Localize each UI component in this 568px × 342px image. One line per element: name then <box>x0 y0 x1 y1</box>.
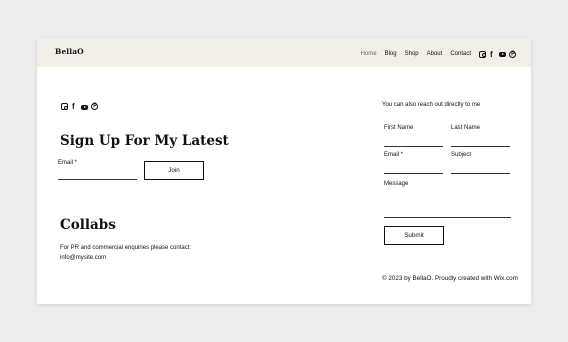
facebook-icon[interactable] <box>71 102 78 111</box>
collabs-title: Collabs <box>60 217 116 233</box>
instagram-icon[interactable] <box>61 103 68 110</box>
site-logo[interactable]: BellaO <box>55 47 84 56</box>
collabs-email[interactable]: info@mysite.com <box>60 253 106 263</box>
message-label: Message <box>384 181 409 187</box>
last-name-input[interactable] <box>451 146 510 147</box>
nav-shop[interactable]: Shop <box>405 51 419 57</box>
site-header: BellaO Home Blog Shop About Contact <box>37 38 531 67</box>
subject-label: Subject <box>451 152 472 158</box>
contact-email-label: Email * <box>384 152 404 158</box>
signup-title: Sign Up For My Latest <box>60 133 229 149</box>
footer-copyright: © 2023 by BellaO. Proudly created with W… <box>382 275 518 282</box>
first-name-input[interactable] <box>384 146 443 147</box>
pinterest-icon[interactable] <box>509 50 516 58</box>
contact-email-input[interactable] <box>384 173 443 174</box>
nav-contact[interactable]: Contact <box>450 51 471 57</box>
pinterest-icon[interactable] <box>91 102 98 110</box>
last-name-label: Last Name <box>451 125 481 131</box>
nav-home[interactable]: Home <box>361 51 377 57</box>
first-name-label: First Name <box>384 125 414 131</box>
contact-intro: You can also reach out directly to me <box>382 102 481 108</box>
collabs-text: For PR and commercial enquiries please c… <box>60 245 192 251</box>
join-button[interactable]: Join <box>144 161 204 180</box>
message-input[interactable] <box>384 217 511 218</box>
content-social-bar <box>61 102 101 111</box>
signup-email-label: Email * <box>58 160 78 166</box>
nav-about[interactable]: About <box>427 51 443 57</box>
facebook-icon[interactable] <box>489 50 496 59</box>
site-page: BellaO Home Blog Shop About Contact Sign… <box>37 38 531 304</box>
youtube-icon[interactable] <box>499 52 506 57</box>
header-social-bar <box>479 50 519 59</box>
subject-input[interactable] <box>451 173 510 174</box>
submit-button[interactable]: Submit <box>384 226 444 245</box>
signup-email-input[interactable] <box>58 179 137 180</box>
instagram-icon[interactable] <box>479 50 486 58</box>
main-nav: Home Blog Shop About Contact <box>361 49 531 59</box>
nav-blog[interactable]: Blog <box>385 51 397 57</box>
youtube-icon[interactable] <box>81 104 88 110</box>
